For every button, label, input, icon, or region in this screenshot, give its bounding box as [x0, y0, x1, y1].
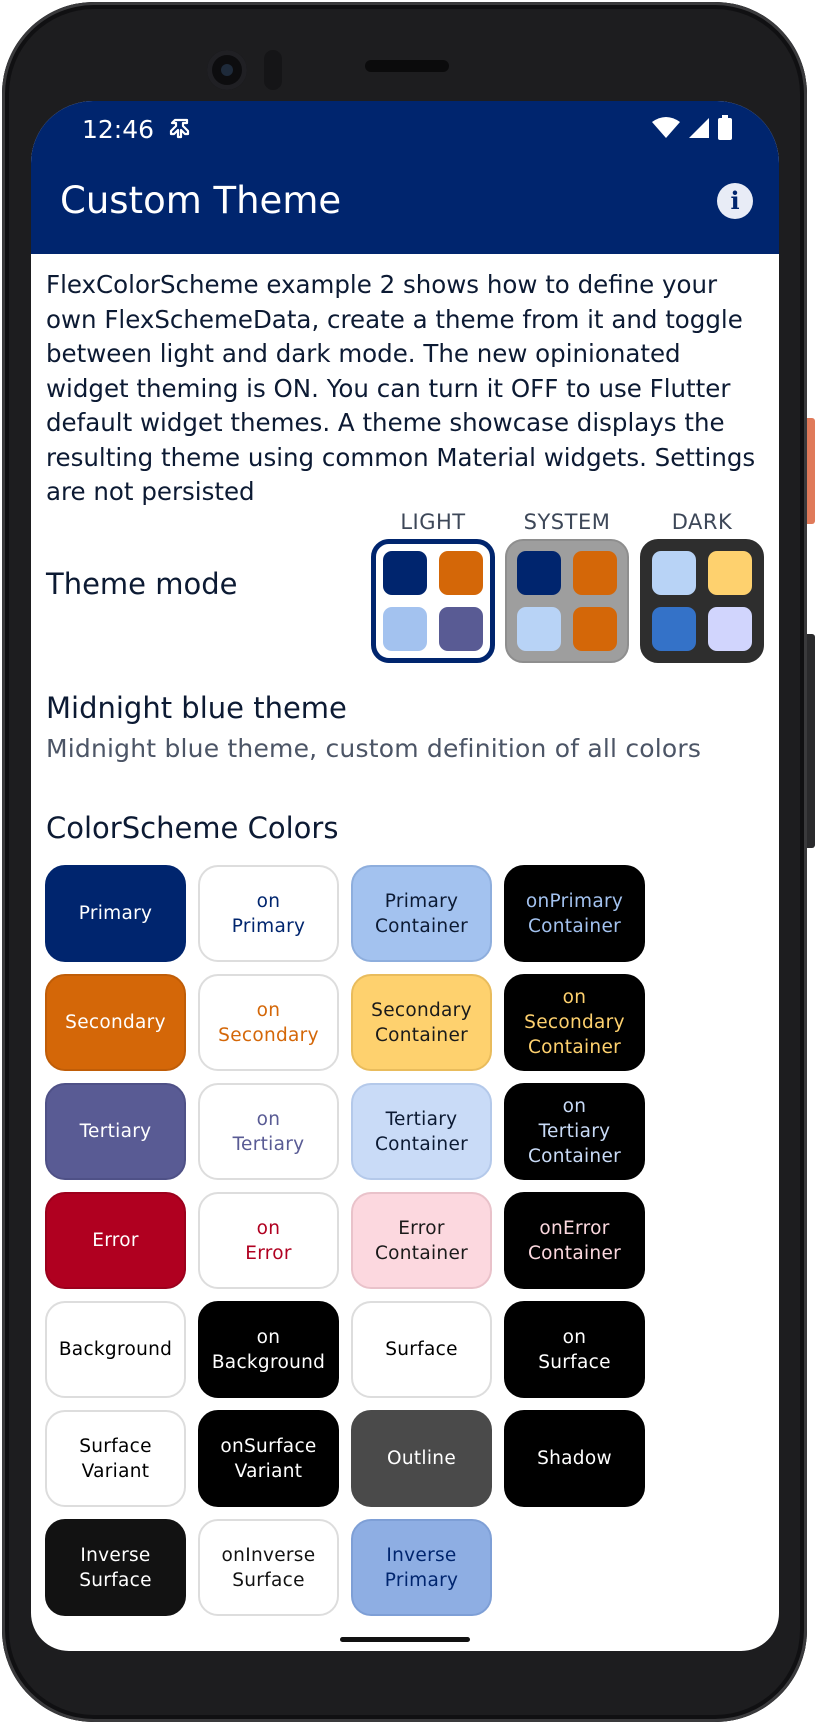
color-tile-on-background: on Background — [198, 1301, 339, 1398]
theme-mode-dark-button[interactable] — [640, 539, 764, 663]
wifi-icon — [651, 116, 681, 144]
color-tile-primary-container: Primary Container — [351, 865, 492, 962]
mode-swatch — [383, 551, 427, 595]
color-tile-tertiary: Tertiary — [45, 1083, 186, 1180]
mode-swatch — [517, 551, 561, 595]
theme-mode-label: Theme mode — [46, 567, 238, 601]
mode-swatch — [439, 551, 483, 595]
mode-swatch — [652, 551, 696, 595]
color-tile-onprimary-container: onPrimary Container — [504, 865, 645, 962]
color-tile-on-tertiary-container: on Tertiary Container — [504, 1083, 645, 1180]
color-tile-shadow: Shadow — [504, 1410, 645, 1507]
color-scheme-title: ColorScheme Colors — [46, 811, 339, 845]
status-icons — [651, 115, 733, 145]
mode-swatch — [439, 607, 483, 651]
mode-label-light: LIGHT — [400, 510, 466, 534]
mode-swatch — [652, 607, 696, 651]
app-bar: 12:46 Custom Theme i — [31, 101, 779, 254]
mode-label-dark: DARK — [671, 510, 733, 534]
debug-notification-icon — [168, 116, 194, 142]
mode-swatch — [517, 607, 561, 651]
theme-name: Midnight blue theme — [46, 691, 347, 725]
color-tile-on-error: on Error — [198, 1192, 339, 1289]
proximity-sensor — [264, 50, 282, 90]
mode-swatch — [708, 551, 752, 595]
earpiece-speaker — [365, 60, 449, 72]
screen: 12:46 Custom Theme i FlexColorScheme exa… — [31, 101, 779, 1651]
mode-swatch — [573, 607, 617, 651]
color-tile-surface-variant: Surface Variant — [45, 1410, 186, 1507]
color-tile-inverse-surface: Inverse Surface — [45, 1519, 186, 1616]
color-tile-onsurface-variant: onSurface Variant — [198, 1410, 339, 1507]
color-tile-on-surface: on Surface — [504, 1301, 645, 1398]
color-tile-secondary: Secondary — [45, 974, 186, 1071]
color-tile-on-primary: on Primary — [198, 865, 339, 962]
color-tile-secondary-container: Secondary Container — [351, 974, 492, 1071]
mode-swatch — [383, 607, 427, 651]
page-title: Custom Theme — [60, 179, 342, 222]
color-tile-on-secondary-container: on Secondary Container — [504, 974, 645, 1071]
mode-label-system: SYSTEM — [523, 510, 611, 534]
color-tile-primary: Primary — [45, 865, 186, 962]
color-tile-background: Background — [45, 1301, 186, 1398]
volume-rocker[interactable] — [807, 634, 815, 848]
cell-signal-icon — [687, 116, 711, 144]
color-tile-error: Error — [45, 1192, 186, 1289]
theme-description: Midnight blue theme, custom definition o… — [46, 734, 702, 763]
description-text: FlexColorScheme example 2 shows how to d… — [46, 270, 756, 506]
mode-swatch — [573, 551, 617, 595]
color-tile-oninverse-surface: onInverse Surface — [198, 1519, 339, 1616]
battery-icon — [717, 115, 733, 145]
color-tile-on-secondary: on Secondary — [198, 974, 339, 1071]
color-tile-onerror-container: onError Container — [504, 1192, 645, 1289]
theme-mode-light-button[interactable] — [371, 539, 495, 663]
mode-swatch — [708, 607, 752, 651]
color-tile-error-container: Error Container — [351, 1192, 492, 1289]
front-camera — [207, 50, 247, 90]
status-time: 12:46 — [82, 115, 155, 144]
color-tile-outline: Outline — [351, 1410, 492, 1507]
info-icon[interactable]: i — [717, 183, 753, 219]
theme-mode-system-button[interactable] — [505, 539, 629, 663]
color-tile-inverse-primary: Inverse Primary — [351, 1519, 492, 1616]
home-indicator[interactable] — [340, 1637, 470, 1642]
power-button[interactable] — [807, 418, 815, 524]
color-tile-on-tertiary: on Tertiary — [198, 1083, 339, 1180]
color-tile-surface: Surface — [351, 1301, 492, 1398]
color-tile-tertiary-container: Tertiary Container — [351, 1083, 492, 1180]
